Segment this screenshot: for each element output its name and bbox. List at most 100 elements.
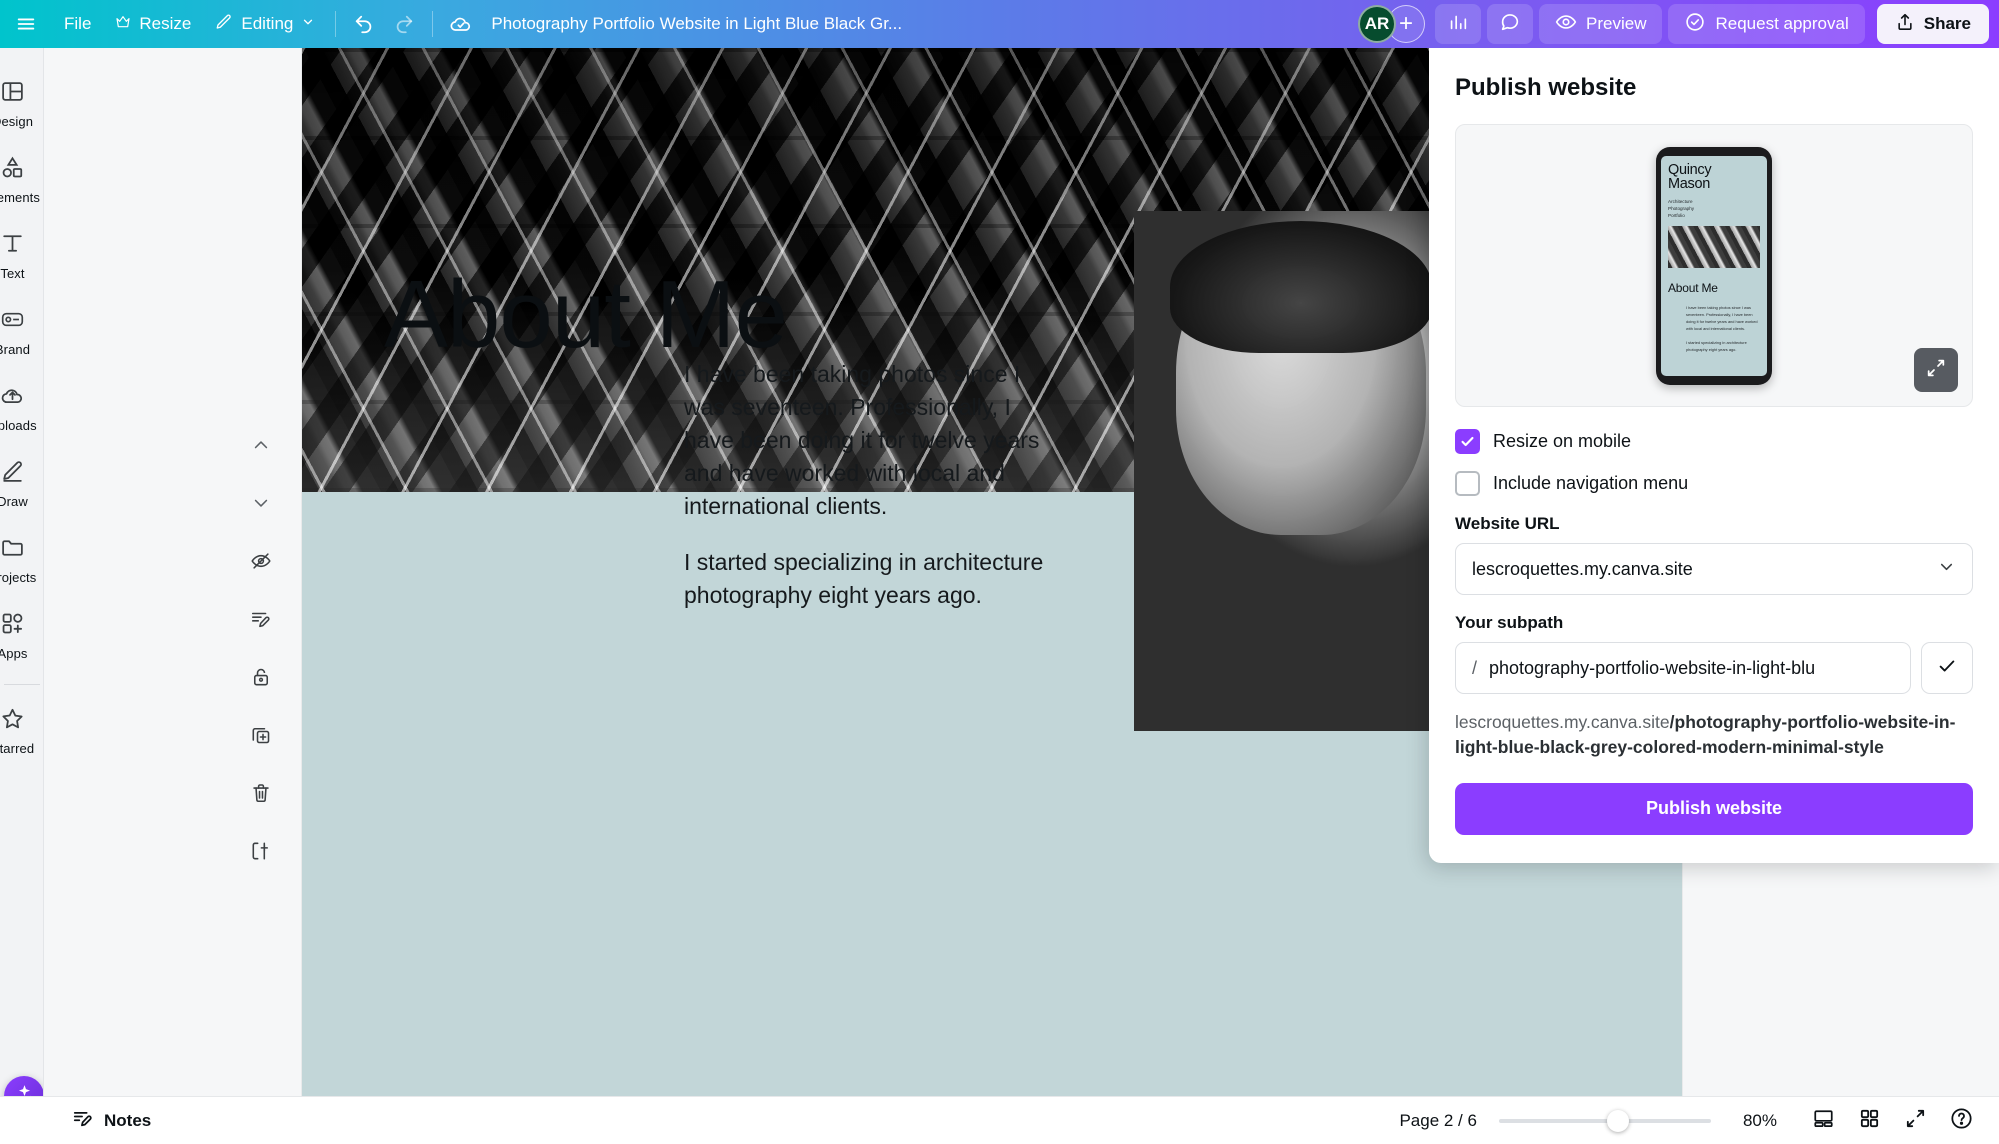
help-circle-icon — [1949, 1106, 1974, 1136]
cloud-check-icon[interactable] — [441, 4, 481, 44]
top-toolbar: File Resize Editing Photography Portfoli… — [0, 0, 1999, 48]
chevron-down-icon — [1937, 557, 1956, 581]
sidebar-item-draw[interactable]: Draw — [0, 450, 43, 516]
toolbar-divider — [335, 11, 337, 37]
subpath-label: Your subpath — [1455, 613, 1564, 632]
sidebar-item-projects[interactable]: Projects — [0, 526, 43, 592]
publish-website-panel: Publish website Quincy Mason Architectur… — [1429, 48, 1999, 863]
subpath-row: / photography-portfolio-website-in-light… — [1455, 642, 1973, 694]
editing-label: Editing — [241, 14, 294, 33]
avatar[interactable]: AR — [1358, 5, 1397, 43]
expand-arrows-icon — [1925, 357, 1947, 384]
sidebar-label-draw: Draw — [0, 494, 28, 509]
body-paragraph-2: I started specializing in architecture p… — [684, 548, 1044, 608]
url-preview: lescroquettes.my.canva.site/photography-… — [1455, 710, 1973, 761]
hide-page-button[interactable] — [244, 544, 278, 578]
preview-site-title-line2: Mason — [1668, 176, 1711, 193]
main-menu-button[interactable] — [0, 13, 52, 35]
website-preview-box: Quincy Mason Architecture Photography Po… — [1455, 124, 1973, 407]
sidebar-label-projects: Projects — [0, 570, 37, 585]
sidebar-item-brand[interactable]: Brand — [0, 298, 43, 364]
editing-mode-button[interactable]: Editing — [203, 6, 327, 42]
sidebar-label-text: Text — [0, 266, 25, 281]
url-preview-domain: lescroquettes.my.canva.site — [1455, 712, 1670, 732]
share-button[interactable]: Share — [1876, 4, 1989, 44]
check-circle-icon — [1684, 11, 1706, 38]
fullscreen-button[interactable] — [1895, 1101, 1935, 1141]
sidebar-item-starred[interactable]: Starred — [0, 697, 43, 763]
delete-page-button[interactable] — [244, 776, 278, 810]
preview-site-title-line1: Quincy — [1668, 161, 1712, 178]
crown-icon — [115, 14, 131, 35]
share-label: Share — [1923, 14, 1971, 33]
add-page-button[interactable] — [244, 834, 278, 868]
panel-title: Publish website — [1455, 74, 1637, 101]
page-body-text[interactable]: I have been taking photos since I was se… — [684, 358, 1056, 612]
website-url-label: Website URL — [1455, 514, 1560, 533]
page-notes-button[interactable] — [244, 602, 278, 636]
expand-preview-button[interactable] — [1914, 348, 1958, 392]
publish-website-button[interactable]: Publish website — [1455, 782, 1973, 835]
body-paragraph-1: I have been taking photos since I was se… — [684, 361, 1040, 520]
check-icon — [1936, 655, 1958, 682]
resize-on-mobile-checkbox[interactable] — [1455, 429, 1480, 454]
request-approval-button[interactable]: Request approval — [1668, 4, 1865, 44]
approval-label: Request approval — [1715, 14, 1849, 33]
page-title[interactable]: About Me — [384, 260, 788, 370]
sidebar-item-apps[interactable]: Apps — [0, 602, 43, 668]
website-url-select[interactable]: lescroquettes.my.canva.site — [1455, 543, 1973, 595]
notes-pencil-icon — [72, 1107, 94, 1134]
zoom-slider-knob[interactable] — [1606, 1109, 1629, 1132]
phone-screen: Quincy Mason Architecture Photography Po… — [1661, 155, 1767, 376]
brand-palette-icon — [0, 307, 25, 337]
comment-icon — [1499, 11, 1521, 38]
help-button[interactable] — [1941, 1101, 1981, 1141]
bottom-toolbar: Notes Page 2 / 6 80% — [0, 1096, 1999, 1144]
comment-button[interactable] — [1487, 4, 1534, 44]
move-page-up-button[interactable] — [244, 428, 278, 462]
redo-button[interactable] — [384, 4, 424, 44]
notes-button[interactable]: Notes — [60, 1103, 163, 1139]
lock-page-button[interactable] — [244, 660, 278, 694]
left-sidebar: Design Elements Text Brand Uploads — [0, 48, 44, 1144]
sidebar-item-uploads[interactable]: Uploads — [0, 374, 43, 440]
toolbar-divider-2 — [432, 11, 434, 37]
sidebar-item-elements[interactable]: Elements — [0, 146, 43, 212]
subpath-slash: / — [1472, 657, 1478, 678]
page-view-button[interactable] — [1803, 1101, 1843, 1141]
design-title[interactable]: Photography Portfolio Website in Light B… — [481, 6, 912, 42]
confirm-subpath-button[interactable] — [1921, 642, 1973, 694]
eye-icon — [1555, 11, 1577, 38]
undo-button[interactable] — [344, 4, 384, 44]
preview-button[interactable]: Preview — [1539, 4, 1663, 44]
grid-view-button[interactable] — [1849, 1101, 1889, 1141]
pencil-icon — [215, 13, 233, 36]
subpath-input[interactable]: / photography-portfolio-website-in-light… — [1455, 642, 1911, 694]
resize-on-mobile-row[interactable]: Resize on mobile — [1455, 429, 1973, 454]
sidebar-label-elements: Elements — [0, 190, 40, 205]
preview-body: I have been taking photos since I was se… — [1668, 305, 1760, 353]
grid-view-icon — [1858, 1107, 1881, 1135]
file-label: File — [64, 14, 92, 33]
text-t-icon — [0, 231, 25, 261]
sidebar-item-design[interactable]: Design — [0, 70, 43, 136]
duplicate-page-button[interactable] — [244, 718, 278, 752]
apps-grid-plus-icon — [0, 611, 25, 641]
include-nav-menu-checkbox[interactable] — [1455, 471, 1480, 496]
move-page-down-button[interactable] — [244, 486, 278, 520]
chevron-down-icon — [301, 14, 315, 34]
file-menu-button[interactable]: File — [52, 6, 103, 42]
include-nav-menu-row[interactable]: Include navigation menu — [1455, 471, 1973, 496]
page-toolbar — [244, 428, 278, 868]
zoom-level[interactable]: 80% — [1743, 1111, 1777, 1131]
subpath-value: photography-portfolio-website-in-light-b… — [1489, 657, 1816, 678]
insights-button[interactable] — [1435, 4, 1482, 44]
preview-body-2: I started specializing in architecture p… — [1686, 339, 1747, 352]
preview-label: Preview — [1586, 14, 1647, 33]
shapes-icon — [0, 155, 25, 185]
preview-section-heading: About Me — [1668, 281, 1718, 296]
zoom-slider[interactable] — [1498, 1109, 1711, 1132]
resize-button[interactable]: Resize — [103, 6, 203, 42]
sidebar-item-text[interactable]: Text — [0, 222, 43, 288]
page-view-icon — [1812, 1107, 1835, 1135]
